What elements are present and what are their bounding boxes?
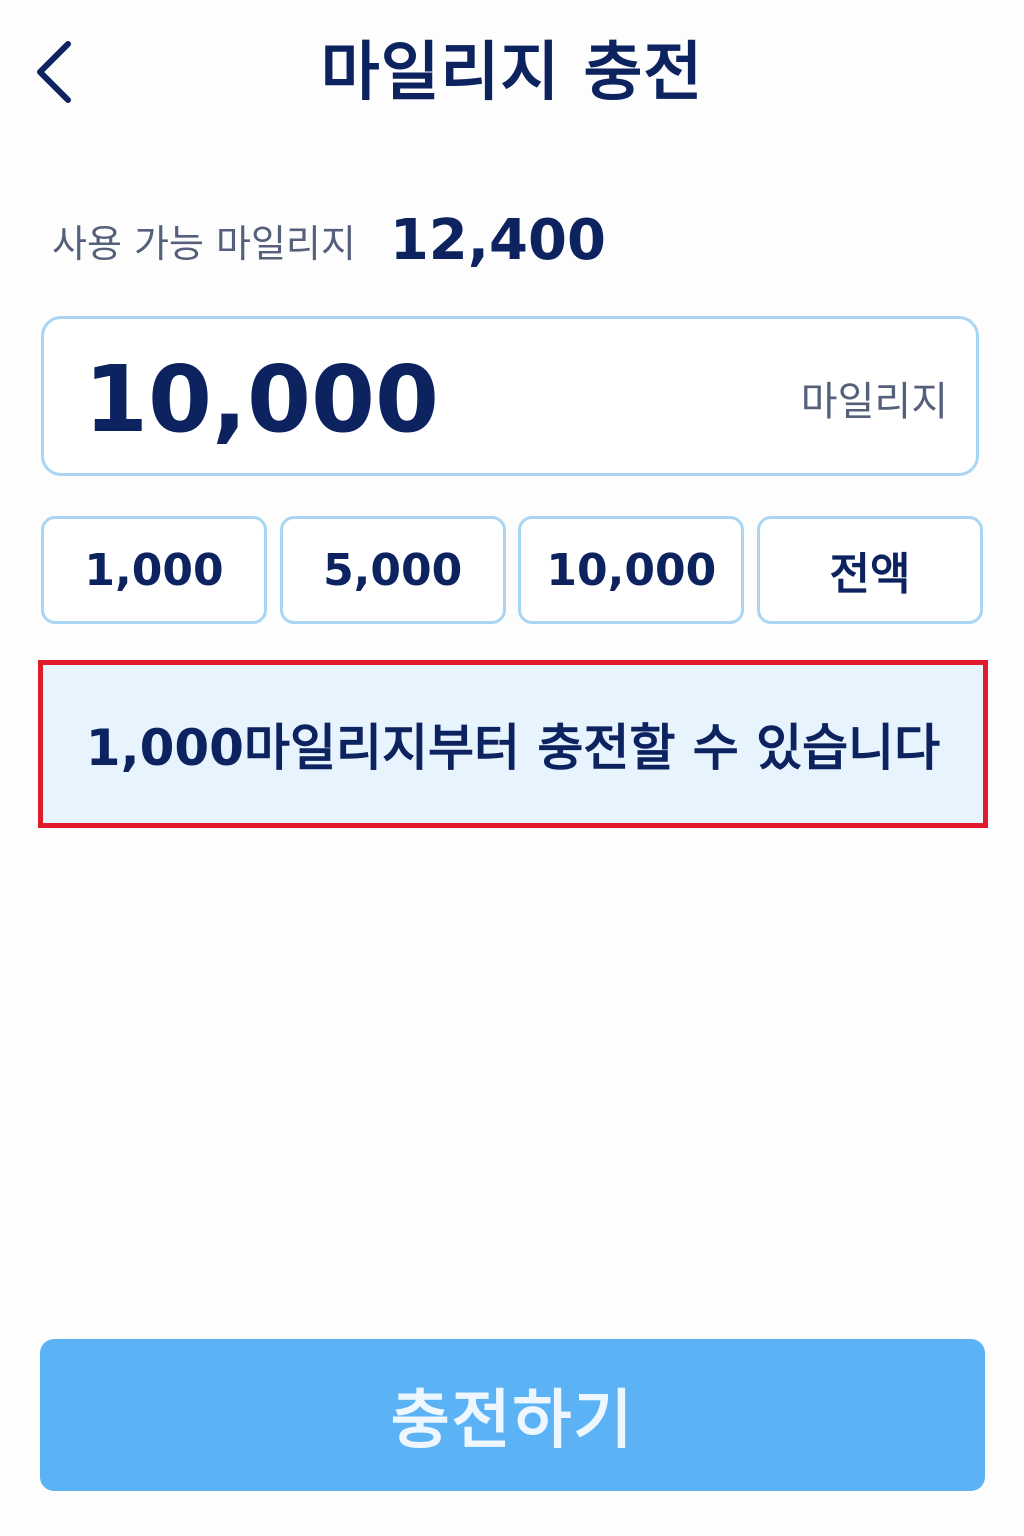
page-title: 마일리지 충전	[320, 36, 704, 110]
quick-amount-1000-button[interactable]: 1,000	[41, 516, 267, 624]
quick-amount-all-button[interactable]: 전액	[756, 516, 983, 624]
available-balance: 사용 가능 마일리지 12,400	[52, 200, 606, 280]
amount-input-box[interactable]: 마일리지	[41, 316, 979, 476]
quick-amount-buttons: 1,000 5,000 10,000 전액	[41, 516, 983, 626]
balance-label: 사용 가능 마일리지	[52, 221, 356, 266]
balance-value: 12,400	[389, 207, 606, 273]
charge-button[interactable]: 충전하기	[40, 1339, 985, 1491]
minimum-charge-notice: 1,000마일리지부터 충전할 수 있습니다	[38, 660, 988, 828]
quick-amount-10000-button[interactable]: 10,000	[518, 516, 745, 624]
notice-text: 1,000마일리지부터 충전할 수 있습니다	[85, 719, 941, 777]
amount-unit-label: 마일리지	[800, 379, 948, 425]
charge-button-label: 충전하기	[390, 1384, 635, 1458]
header: 마일리지 충전	[0, 0, 1024, 150]
amount-input[interactable]	[84, 339, 764, 459]
quick-amount-5000-button[interactable]: 5,000	[279, 516, 506, 624]
